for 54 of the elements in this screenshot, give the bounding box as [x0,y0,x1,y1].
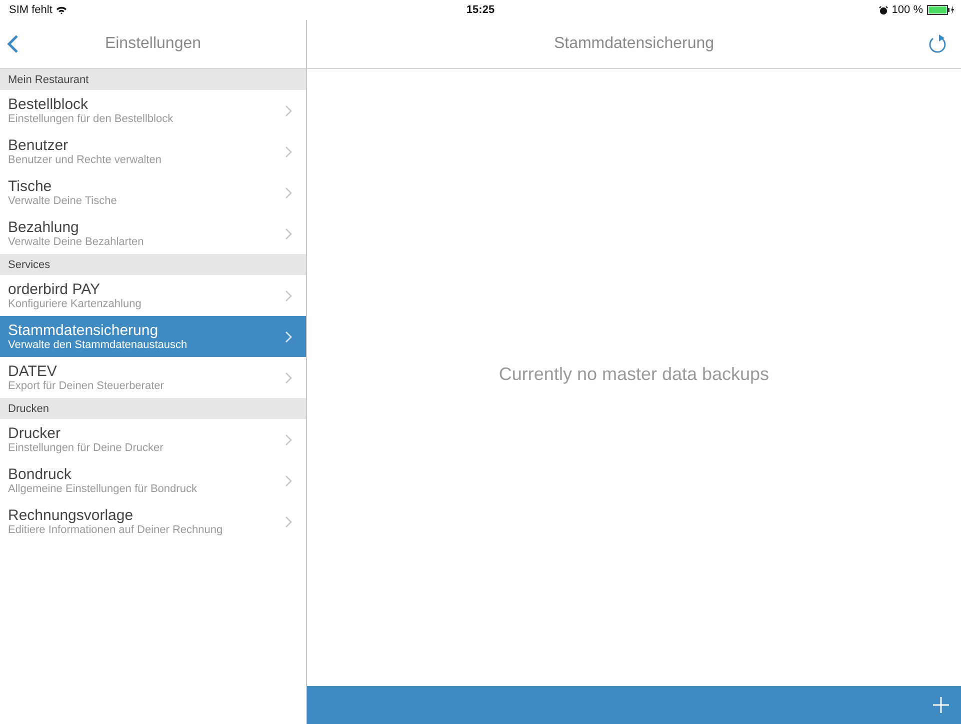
section-header: Services [0,254,306,275]
chevron-right-icon [285,434,292,446]
settings-list-item[interactable]: Bezahlung Verwalte Deine Bezahlarten [0,213,306,254]
item-subtitle: Benutzer und Rechte verwalten [8,154,162,166]
empty-state-message: Currently no master data backups [498,364,770,385]
section-header: Drucken [0,398,306,419]
wifi-icon [56,6,68,14]
carrier-label: SIM fehlt [9,4,52,16]
item-subtitle: Konfiguriere Kartenzahlung [8,298,142,310]
settings-list-item[interactable]: DATEV Export für Deinen Steuerberater [0,357,306,398]
item-subtitle: Allgemeine Einstellungen für Bondruck [8,482,198,496]
chevron-right-icon [285,372,292,384]
item-title: Bondruck [8,466,72,482]
item-title: Bezahlung [8,218,80,236]
chevron-right-icon [285,228,292,240]
chevron-right-icon [285,104,292,116]
item-title: orderbird PAY [8,280,101,298]
item-subtitle: Editiere Informationen auf Deiner Rechnung [8,524,224,536]
item-subtitle: Export für Deinen Steuerberater [8,380,165,392]
section-header: Mein Restaurant [0,69,306,90]
item-title: DATEV [8,362,58,380]
item-subtitle: Verwalte Deine Bezahlarten [8,236,145,248]
settings-list-item[interactable]: Stammdatensicherung Verwalte den Stammdatenaustausch [0,316,306,357]
battery-charging-icon [927,5,955,15]
page-title: Stammdatensicherung [554,35,714,53]
settings-list-item[interactable]: Rechnungsvorlage Editiere Informationen auf Deiner Rechnung [0,501,306,542]
chevron-right-icon [285,146,292,158]
item-subtitle: Einstellungen für Deine Drucker [8,442,164,454]
chevron-right-icon [285,330,292,342]
item-title: Benutzer [8,136,70,154]
chevron-right-icon [285,516,292,528]
battery-percentage: 100 % [892,4,923,16]
chevron-right-icon [285,186,292,198]
back-chevron-icon[interactable] [6,34,20,54]
chevron-right-icon [285,474,292,486]
item-title: Drucker [8,424,62,442]
item-subtitle: Verwalte Deine Tische [8,194,118,208]
settings-list-item[interactable]: Bondruck Allgemeine Einstellungen für Bondruck [0,460,306,501]
chevron-right-icon [285,290,292,302]
item-title: Bestellblock [8,96,90,112]
item-title: Tische [8,178,53,194]
settings-list-item[interactable]: Tische Verwalte Deine Tische [0,172,306,213]
sidebar-title: Einstellungen [104,35,202,53]
item-subtitle: Verwalte den Stammdatenaustausch [8,338,188,352]
item-title: Rechnungsvorlage [8,506,134,524]
settings-list-item[interactable]: Bestellblock Einstellungen für den Bestellblock [0,90,306,131]
settings-list-item[interactable]: Drucker Einstellungen für Deine Drucker [0,419,306,460]
item-title: Stammdatensicherung [8,322,160,338]
alarm-clock-icon [878,6,888,14]
settings-list-item[interactable]: orderbird PAY Konfiguriere Kartenzahlung [0,275,306,316]
item-subtitle: Einstellungen für den Bestellblock [8,112,174,126]
settings-list-item[interactable]: Benutzer Benutzer und Rechte verwalten [0,131,306,172]
add-icon[interactable] [933,697,949,713]
clock-time: 15:25 [466,4,495,16]
